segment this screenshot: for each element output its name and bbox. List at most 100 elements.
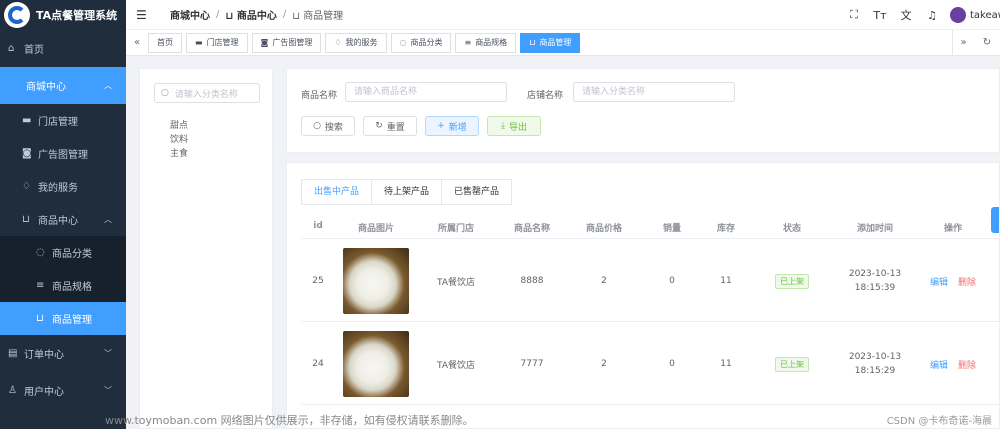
double-chevron-right-icon[interactable]: » (952, 29, 974, 56)
sidebar-item-product-category[interactable]: ◌ 商品分类 (0, 236, 126, 269)
search-icon: ○ (161, 88, 169, 98)
tab-on-sale[interactable]: 出售中产品 (302, 180, 373, 204)
sliders-icon: ≡ (464, 38, 472, 47)
bell-icon[interactable]: ♫ (924, 9, 940, 22)
tag-home[interactable]: 首页 (148, 32, 182, 53)
column-header: 添加时间 (856, 224, 893, 234)
column-header: 销量 (662, 224, 681, 234)
breadcrumb-item[interactable]: 商城中心 (170, 7, 210, 22)
translate-icon[interactable]: 文 (898, 7, 914, 23)
delete-link[interactable]: 删除 (958, 275, 976, 288)
hamburger-icon[interactable]: ☰ (136, 8, 150, 22)
sidebar: TA点餐管理系统 ⌂ 首页 商城中心 ︿ ▬ 门店管理 ◙ 广告图管理 ♢ 我的… (0, 0, 126, 429)
category-node[interactable]: 甜点 (170, 119, 188, 133)
briefcase-icon: ▬ (22, 115, 32, 126)
username[interactable]: takeaw (970, 10, 1000, 21)
sidebar-item-user-center[interactable]: ♙ 用户中心 ﹀ (0, 372, 126, 409)
refresh-icon: ↻ (375, 121, 383, 131)
cart-icon: ⊔ (22, 214, 30, 225)
sidebar-item-product-spec[interactable]: ≡ 商品规格 (0, 269, 126, 302)
double-chevron-left-icon[interactable]: « (126, 37, 148, 48)
cart-icon: ⊔ (225, 11, 237, 22)
status-tabs: 出售中产品 待上架产品 已售罄产品 (301, 179, 513, 205)
search-button[interactable]: ○ 搜索 (301, 116, 355, 136)
cart-icon: ⊔ (529, 38, 536, 47)
chat-icon: ◌ (399, 38, 407, 47)
table-row: 25 TA餐饮店 8888 2 0 11 已上架 2023-10-13 18:15… (301, 240, 1000, 322)
tab-sold-out[interactable]: 已售罄产品 (442, 180, 512, 204)
sidebar-item-label: 商品中心 (38, 216, 78, 227)
category-node[interactable]: 饮料 (170, 133, 188, 147)
column-header: 状态 (782, 224, 801, 234)
sidebar-item-ad-mgmt[interactable]: ◙ 广告图管理 (0, 137, 126, 170)
edit-link[interactable]: 编辑 (930, 358, 948, 371)
sliders-icon: ≡ (36, 280, 45, 291)
sidebar-item-mall-center[interactable]: 商城中心 ︿ (0, 67, 126, 104)
tag-store-mgmt[interactable]: ▬ 门店管理 (186, 32, 248, 53)
tag-ad-mgmt[interactable]: ◙ 广告图管理 (251, 32, 322, 53)
tag-product-spec[interactable]: ≡ 商品规格 (455, 32, 517, 53)
chevron-down-icon: ﹀ (104, 349, 112, 358)
tab-pending[interactable]: 待上架产品 (372, 180, 443, 204)
app-title: TA点餐管理系统 (36, 9, 118, 22)
home-icon: ⌂ (8, 43, 15, 54)
delete-link[interactable]: 删除 (958, 358, 976, 371)
sidebar-item-home[interactable]: ⌂ 首页 (0, 30, 126, 67)
cart-icon: ⊔ (36, 313, 44, 324)
fullscreen-icon[interactable]: ⛶ (846, 8, 862, 22)
sidebar-item-product-center[interactable]: ⊔ 商品中心 ︿ (0, 203, 126, 236)
sidebar-item-label: 商品管理 (52, 315, 92, 326)
logo: TA点餐管理系统 (0, 0, 126, 30)
sidebar-item-label: 广告图管理 (38, 150, 88, 161)
logo-icon (4, 2, 30, 28)
table-row: 24 TA餐饮店 7777 2 0 11 已上架 2023-10-13 18:15… (301, 323, 1000, 405)
tag-product-category[interactable]: ◌ 商品分类 (390, 32, 452, 53)
cell-price: 2 (601, 276, 607, 286)
cell-store: TA餐饮店 (437, 360, 475, 371)
store-name-label: 店铺名称 (527, 91, 564, 101)
category-search-input[interactable]: ○ 请输入分类名称 (154, 83, 260, 103)
watermark-left: www.toymoban.com 网络图片仅供展示，非存储，如有侵权请联系删除。 (105, 414, 474, 427)
sidebar-item-product-mgmt[interactable]: ⊔ 商品管理 (0, 302, 126, 335)
cell-time: 18:15:39 (854, 283, 896, 293)
cell-price: 2 (601, 359, 607, 369)
cell-name: 8888 (520, 276, 544, 286)
refresh-icon[interactable]: ↻ (976, 30, 998, 56)
breadcrumb: 商城中心 / ⊔ 商品中心 / ⊔ 商品管理 (170, 7, 344, 22)
font-size-icon[interactable]: Tт (872, 9, 888, 22)
store-name-input[interactable]: 请输入分类名称 (573, 82, 735, 102)
avatar[interactable] (950, 7, 966, 23)
cell-stock: 11 (720, 276, 732, 286)
camera-icon: ◙ (22, 148, 32, 159)
cart-icon: ⊔ (292, 11, 304, 22)
watermark-right: CSDN @卡布奇诺-海晨 (886, 416, 992, 427)
product-image[interactable] (343, 331, 409, 397)
add-button[interactable]: + 新增 (425, 116, 479, 136)
tag-product-mgmt[interactable]: ⊔ 商品管理 (520, 32, 581, 53)
service-icon: ♢ (334, 38, 342, 47)
sidebar-item-my-services[interactable]: ♢ 我的服务 (0, 170, 126, 203)
sidebar-item-label: 用户中心 (24, 387, 64, 398)
top-header: ☰ 商城中心 / ⊔ 商品中心 / ⊔ 商品管理 ⛶ Tт 文 ♫ takeaw (126, 0, 1000, 30)
product-name-input[interactable]: 请输入商品名称 (345, 82, 507, 102)
search-icon: ○ (313, 121, 321, 131)
edit-link[interactable]: 编辑 (930, 275, 948, 288)
category-node[interactable]: 主食 (170, 147, 188, 161)
sidebar-item-store-mgmt[interactable]: ▬ 门店管理 (0, 104, 126, 137)
breadcrumb-item[interactable]: ⊔ 商品中心 (225, 7, 276, 22)
sidebar-item-label: 我的服务 (38, 183, 78, 194)
briefcase-icon: ▬ (195, 38, 203, 47)
cell-id: 25 (312, 276, 324, 286)
export-button[interactable]: ⤓ 导出 (487, 116, 541, 136)
reset-button[interactable]: ↻ 重置 (363, 116, 417, 136)
breadcrumb-item: ⊔ 商品管理 (292, 11, 344, 22)
tag-my-services[interactable]: ♢ 我的服务 (325, 32, 387, 53)
product-image[interactable] (343, 248, 409, 314)
sidebar-item-label: 门店管理 (38, 117, 78, 128)
column-header: 商品图片 (357, 224, 394, 234)
cell-sales: 0 (669, 359, 675, 369)
sidebar-item-order-center[interactable]: ▤ 订单中心 ﹀ (0, 335, 126, 372)
sidebar-item-label: 首页 (24, 45, 44, 56)
category-panel: ○ 请输入分类名称 甜点 饮料 主食 (139, 68, 273, 429)
plus-icon: + (437, 121, 445, 131)
